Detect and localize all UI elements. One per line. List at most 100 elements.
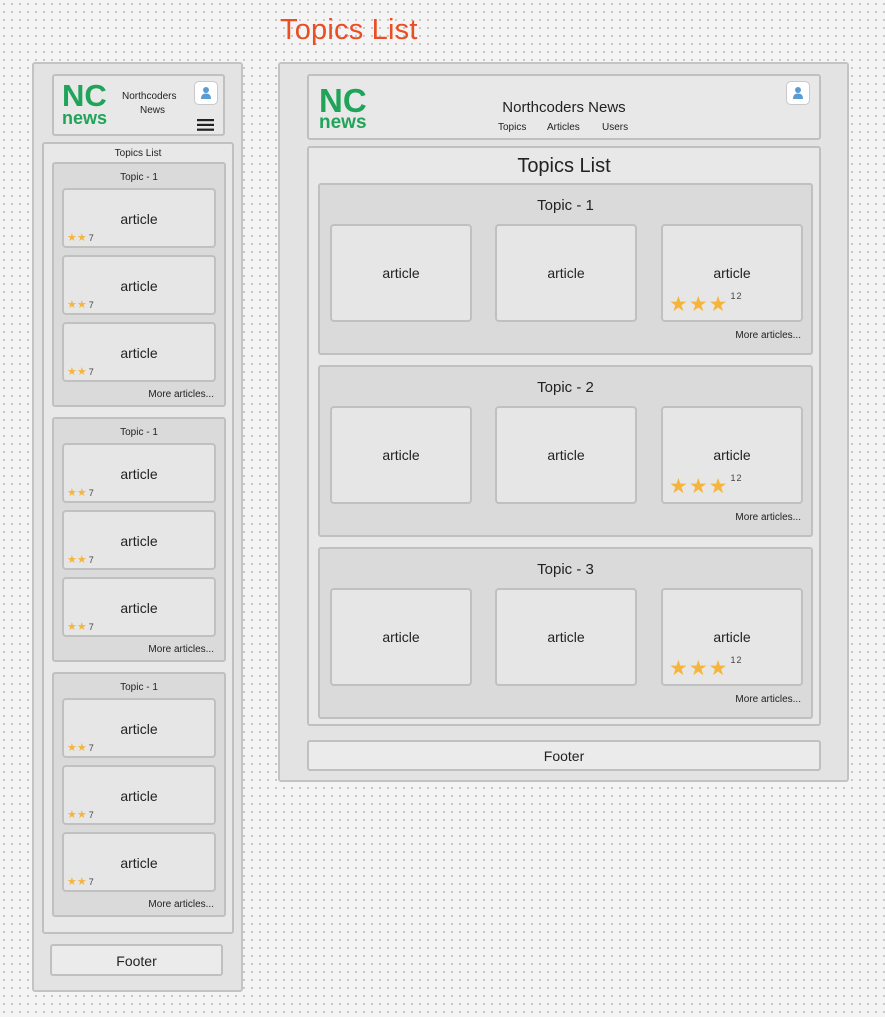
star-rating: ★★ 7 [67,743,94,754]
star-icon: ★ [708,657,729,680]
rating-count: 7 [88,367,94,377]
brand-name: Northcoders News [502,99,626,116]
article-card[interactable]: article [330,406,472,504]
topic-title: Topic - 2 [537,379,594,396]
star-rating: ★★ 7 [67,300,94,311]
desktop-footer: Footer [307,740,821,771]
star-icon: ★ [669,475,689,498]
article-card[interactable]: article ★★ 7 [62,698,216,758]
star-rating: ★★ 7 [67,555,94,566]
topic-card: Topic - 3 article article article ★★★ 12 More … [318,547,813,719]
star-icon: ★ [76,809,87,821]
article-card[interactable]: article ★★ 7 [62,510,216,570]
article-card[interactable]: article ★★★ 12 [661,406,803,504]
desktop-frame: NC news Northcoders News Topics Articles… [278,62,849,782]
more-articles-link[interactable]: More articles... [148,899,214,910]
article-card[interactable]: article [495,406,637,504]
star-icon: ★ [67,621,77,633]
more-articles-link[interactable]: More articles... [735,330,801,341]
rating-count: 12 [730,655,743,665]
article-label: article [713,447,751,463]
desktop-topics-list: Topics List Topic - 1 article article artic… [307,146,821,726]
article-card[interactable]: article [330,224,472,322]
star-rating: ★★★ 12 [669,655,743,680]
more-articles-link[interactable]: More articles... [735,694,801,705]
article-card[interactable]: article ★★ 7 [62,765,216,825]
article-label: article [120,533,158,549]
user-avatar-icon[interactable] [786,81,810,105]
star-rating: ★★ 7 [67,810,94,821]
more-articles-link[interactable]: More articles... [148,644,214,655]
article-label: article [382,265,420,281]
star-icon: ★ [67,876,77,888]
star-icon: ★ [669,657,689,680]
article-label: article [120,278,158,294]
star-icon: ★ [76,621,87,633]
star-icon: ★ [67,742,77,754]
article-card[interactable]: article ★★ 7 [62,255,216,315]
star-rating: ★★ 7 [67,367,94,378]
footer-text: Footer [116,953,157,969]
topic-title: Topic - 3 [537,561,594,578]
nc-logo: NC [62,78,107,113]
article-label: article [547,265,585,281]
star-icon: ★ [76,299,87,311]
article-card[interactable]: article ★★ 7 [62,443,216,503]
news-logo: news [62,108,108,128]
article-label: article [382,629,420,645]
article-card[interactable]: article [330,588,472,686]
article-card[interactable]: article [495,588,637,686]
rating-count: 7 [88,743,94,753]
brand-name-line2: News [140,105,166,116]
article-card[interactable]: article ★★★ 12 [661,224,803,322]
rating-count: 7 [88,877,94,887]
star-rating: ★★ 7 [67,233,94,244]
topic-title: Topic - 1 [120,172,158,183]
rating-count: 7 [88,555,94,565]
article-card[interactable]: article ★★ 7 [62,832,216,892]
nav-topics[interactable]: Topics [498,122,526,133]
article-label: article [120,721,158,737]
nav-articles[interactable]: Articles [547,122,580,133]
star-rating: ★★★ 12 [669,291,743,316]
topic-title: Topic - 1 [120,682,158,693]
desktop-header: NC news Northcoders News Topics Articles… [307,74,821,140]
nav-users[interactable]: Users [602,122,628,133]
article-card[interactable]: article ★★ 7 [62,188,216,248]
topic-card: Topic - 2 article article article ★★★ 12 More … [318,365,813,537]
hamburger-menu-icon[interactable] [197,118,214,131]
rating-count: 7 [88,300,94,310]
user-avatar-icon[interactable] [194,81,218,105]
article-card[interactable]: article ★★★ 12 [661,588,803,686]
topic-card: Topic - 1 article article article ★★★ 12 More … [318,183,813,355]
article-label: article [713,629,751,645]
star-icon: ★ [67,487,77,499]
topic-card: Topic - 1 article ★★ 7 article ★★ 7 article ★★ 7 M… [52,162,226,407]
rating-count: 7 [88,488,94,498]
article-label: article [120,855,158,871]
article-label: article [120,788,158,804]
article-label: article [120,466,158,482]
article-label: article [120,211,158,227]
rating-count: 7 [88,810,94,820]
article-card[interactable]: article ★★ 7 [62,577,216,637]
rating-count: 12 [730,291,743,301]
star-icon: ★ [76,742,87,754]
mobile-frame: NC news Northcoders News Topics List Top… [32,62,243,992]
star-icon: ★ [708,475,729,498]
star-icon: ★ [688,293,709,316]
article-card[interactable]: article [495,224,637,322]
brand-name-line1: Northcoders [122,91,177,102]
more-articles-link[interactable]: More articles... [735,512,801,523]
topic-card: Topic - 1 article ★★ 7 article ★★ 7 article ★★ 7 M… [52,672,226,917]
more-articles-link[interactable]: More articles... [148,389,214,400]
rating-count: 7 [88,622,94,632]
star-icon: ★ [669,293,689,316]
mobile-topics-list: Topics List Topic - 1 article ★★ 7 article ★★… [42,142,234,934]
star-rating: ★★ 7 [67,488,94,499]
star-icon: ★ [76,554,87,566]
article-label: article [382,447,420,463]
mobile-header: NC news Northcoders News [52,74,225,136]
star-icon: ★ [67,299,77,311]
article-card[interactable]: article ★★ 7 [62,322,216,382]
